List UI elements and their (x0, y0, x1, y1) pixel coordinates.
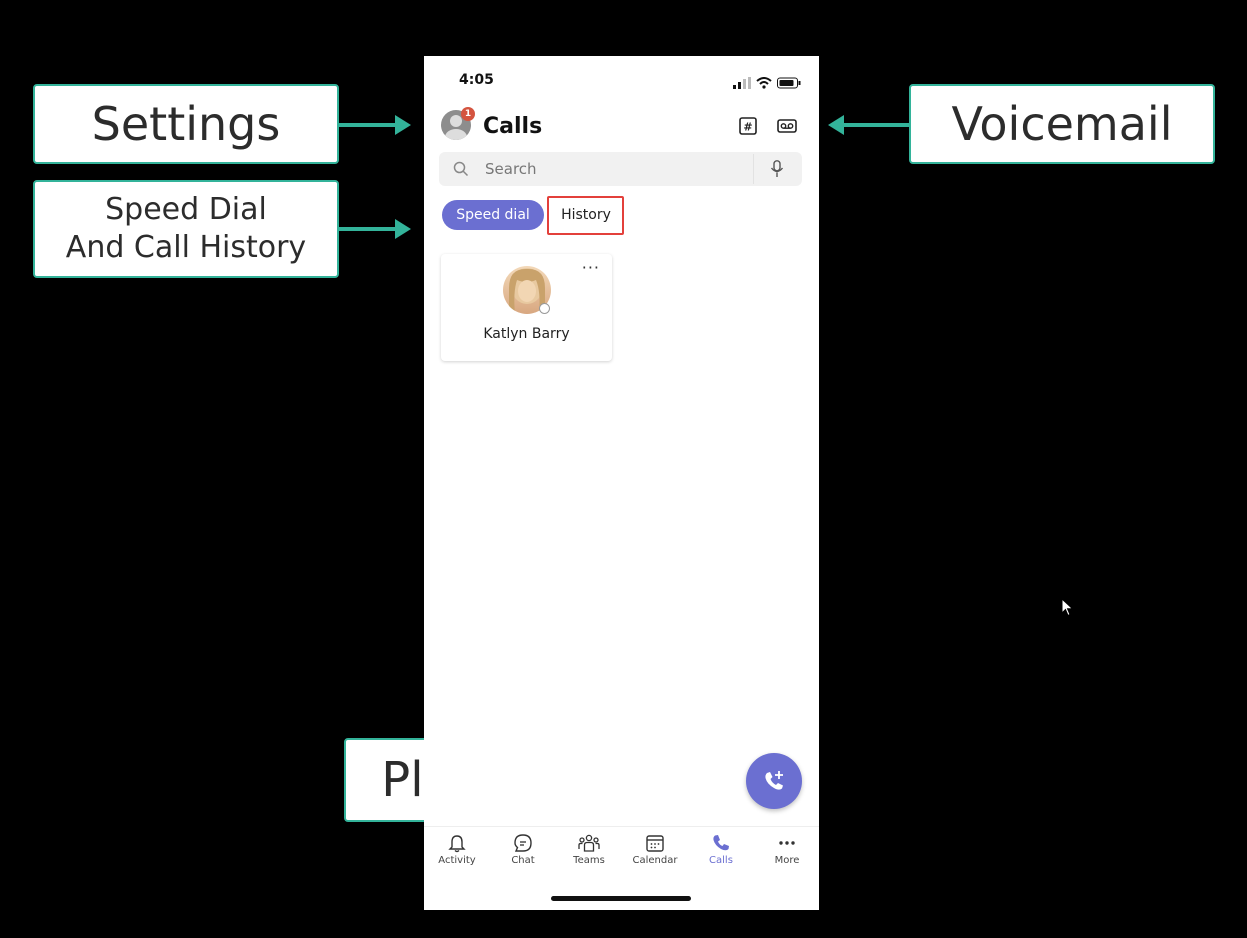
voicemail-callout: Voicemail (909, 84, 1215, 164)
settings-callout-label: Settings (91, 97, 281, 151)
phone-add-icon (765, 771, 783, 790)
nav-chat-label: Chat (511, 855, 535, 866)
nav-calendar-label: Calendar (632, 855, 678, 866)
nav-teams-label: Teams (573, 855, 605, 866)
voicemail-callout-label: Voicemail (951, 97, 1173, 151)
nav-chat[interactable]: Chat (490, 833, 556, 866)
home-indicator (551, 896, 691, 901)
nav-calendar[interactable]: Calendar (622, 833, 688, 866)
nav-activity-label: Activity (438, 855, 476, 866)
calendar-icon (646, 835, 664, 852)
wifi-icon (756, 76, 772, 89)
place-call-button[interactable] (746, 753, 802, 809)
search-divider (753, 154, 754, 184)
signal-icon (732, 76, 751, 89)
phone-screen: 4:05 1 Calls # Search Speed dial History… (424, 56, 819, 910)
svg-text:#: # (743, 121, 752, 134)
speed-dial-callout-line2: And Call History (65, 230, 307, 265)
nav-more[interactable]: More (754, 833, 819, 866)
search-input[interactable]: Search (485, 160, 537, 178)
notification-badge: 1 (461, 107, 475, 121)
presence-status-icon (539, 303, 550, 314)
status-icons (732, 72, 801, 91)
status-bar: 4:05 (424, 56, 819, 102)
chat-icon (514, 834, 532, 852)
more-options-icon[interactable]: ··· (582, 258, 600, 277)
speed-dial-history-callout: Speed Dial And Call History (33, 180, 339, 278)
tab-speed-dial[interactable]: Speed dial (442, 200, 544, 230)
mouse-cursor-icon (1061, 598, 1074, 617)
status-time: 4:05 (459, 72, 494, 88)
history-highlight-box (547, 196, 624, 235)
settings-callout: Settings (33, 84, 339, 164)
contact-name: Katlyn Barry (483, 326, 570, 342)
microphone-icon[interactable] (770, 160, 784, 178)
nav-calls-label: Calls (709, 855, 733, 866)
calls-header: 1 Calls # (424, 104, 819, 148)
bell-icon (448, 835, 466, 853)
voicemail-arrow (828, 115, 910, 135)
nav-activity[interactable]: Activity (424, 833, 490, 866)
page-title: Calls (483, 114, 543, 139)
battery-icon (777, 77, 801, 88)
settings-arrow (339, 115, 411, 135)
phone-icon (713, 835, 729, 851)
speed-dial-callout-line1: Speed Dial (105, 192, 267, 227)
more-icon (779, 841, 795, 845)
nav-calls[interactable]: Calls (688, 833, 754, 866)
search-bar[interactable]: Search (439, 152, 802, 186)
bottom-nav: Activity Chat Teams Calendar Calls More (424, 826, 819, 883)
dialpad-icon[interactable]: # (738, 116, 758, 136)
voicemail-icon[interactable] (777, 116, 797, 136)
speed-dial-card[interactable]: ··· Katlyn Barry (441, 254, 612, 361)
nav-more-label: More (774, 855, 800, 866)
speed-dial-arrow (339, 219, 411, 239)
nav-teams[interactable]: Teams (556, 833, 622, 866)
search-icon (453, 161, 469, 177)
teams-icon (578, 834, 600, 852)
